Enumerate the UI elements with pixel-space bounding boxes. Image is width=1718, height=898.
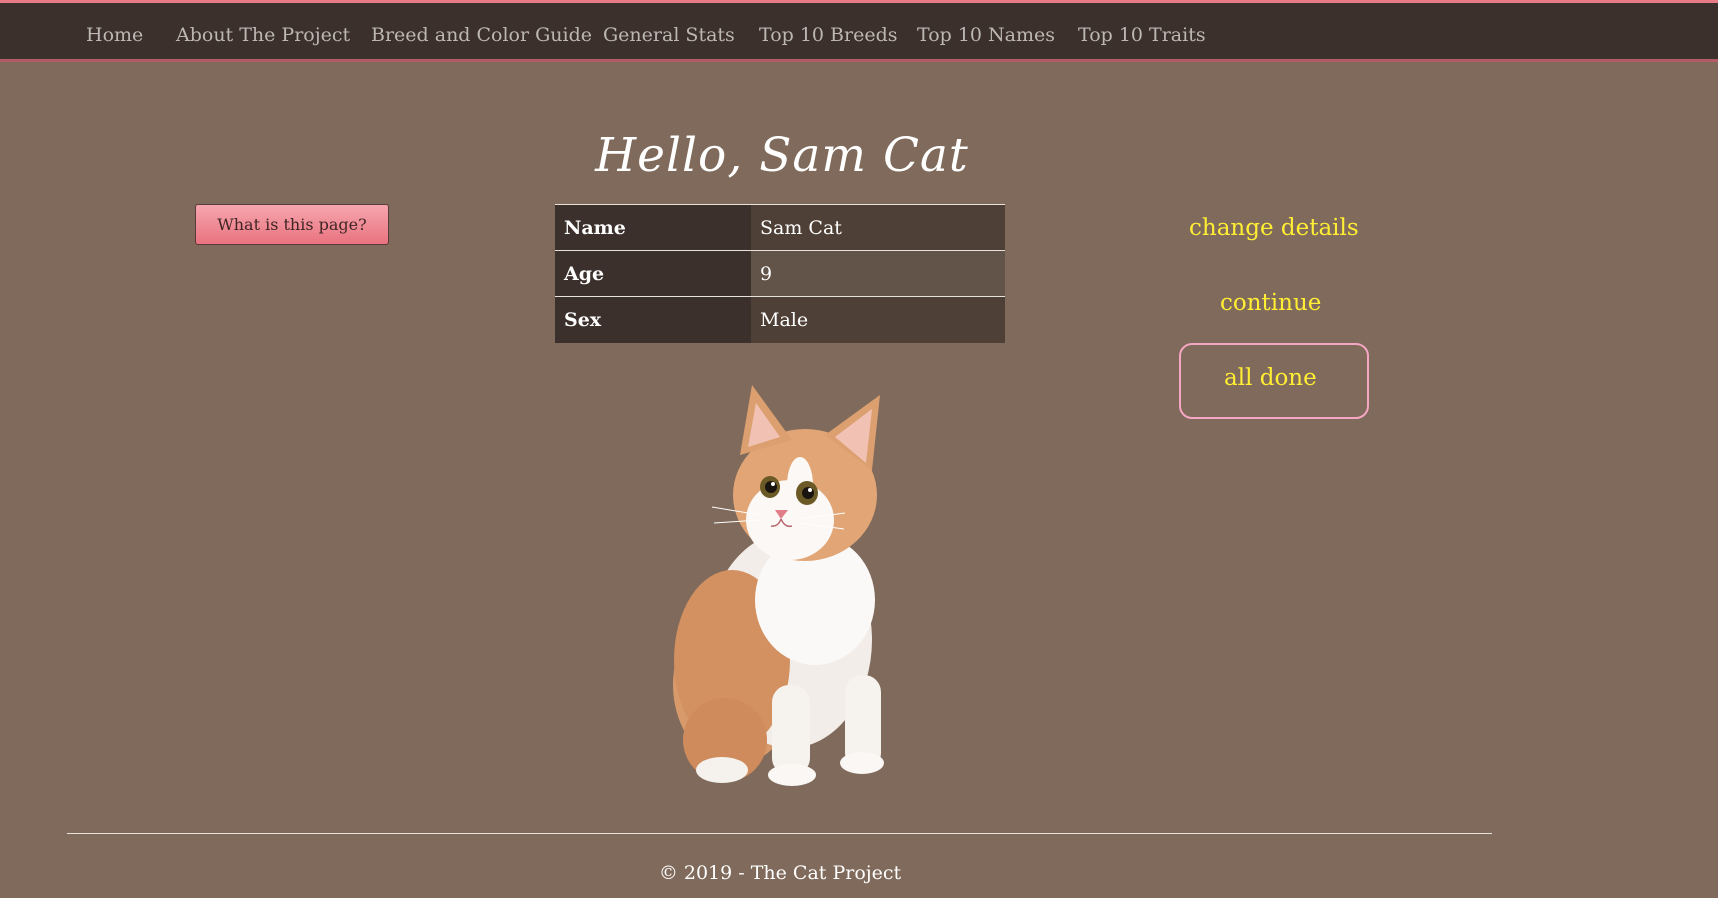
nav-home[interactable]: Home bbox=[86, 24, 143, 46]
nav-top-10-traits[interactable]: Top 10 Traits bbox=[1078, 24, 1206, 46]
continue-link[interactable]: continue bbox=[1220, 290, 1321, 316]
nav-top-10-breeds[interactable]: Top 10 Breeds bbox=[759, 24, 898, 46]
page-title: Hello, Sam Cat bbox=[595, 128, 969, 183]
all-done-link[interactable]: all done bbox=[1224, 365, 1317, 391]
details-value-name: Sam Cat bbox=[751, 204, 1005, 251]
change-details-link[interactable]: change details bbox=[1189, 215, 1359, 241]
details-value-sex: Male bbox=[751, 296, 1005, 343]
footer-copyright: © 2019 - The Cat Project bbox=[658, 862, 902, 884]
details-label-age: Age bbox=[555, 250, 751, 297]
table-row: Sex Male bbox=[555, 296, 1005, 343]
kitten-image bbox=[673, 385, 884, 786]
what-is-this-page-button[interactable]: What is this page? bbox=[195, 204, 389, 245]
table-row: Name Sam Cat bbox=[555, 204, 1005, 251]
nav-general-stats[interactable]: General Stats bbox=[603, 24, 735, 46]
footer-divider bbox=[67, 833, 1492, 834]
table-row: Age 9 bbox=[555, 250, 1005, 297]
details-value-age: 9 bbox=[751, 250, 1005, 297]
nav-about-project[interactable]: About The Project bbox=[176, 24, 350, 46]
nav-breed-color-guide[interactable]: Breed and Color Guide bbox=[371, 24, 592, 46]
nav-top-10-names[interactable]: Top 10 Names bbox=[917, 24, 1055, 46]
cat-details-table: Name Sam Cat Age 9 Sex Male bbox=[555, 204, 1005, 343]
top-navigation: Home About The Project Breed and Color G… bbox=[0, 0, 1718, 62]
details-label-name: Name bbox=[555, 204, 751, 251]
details-label-sex: Sex bbox=[555, 296, 751, 343]
